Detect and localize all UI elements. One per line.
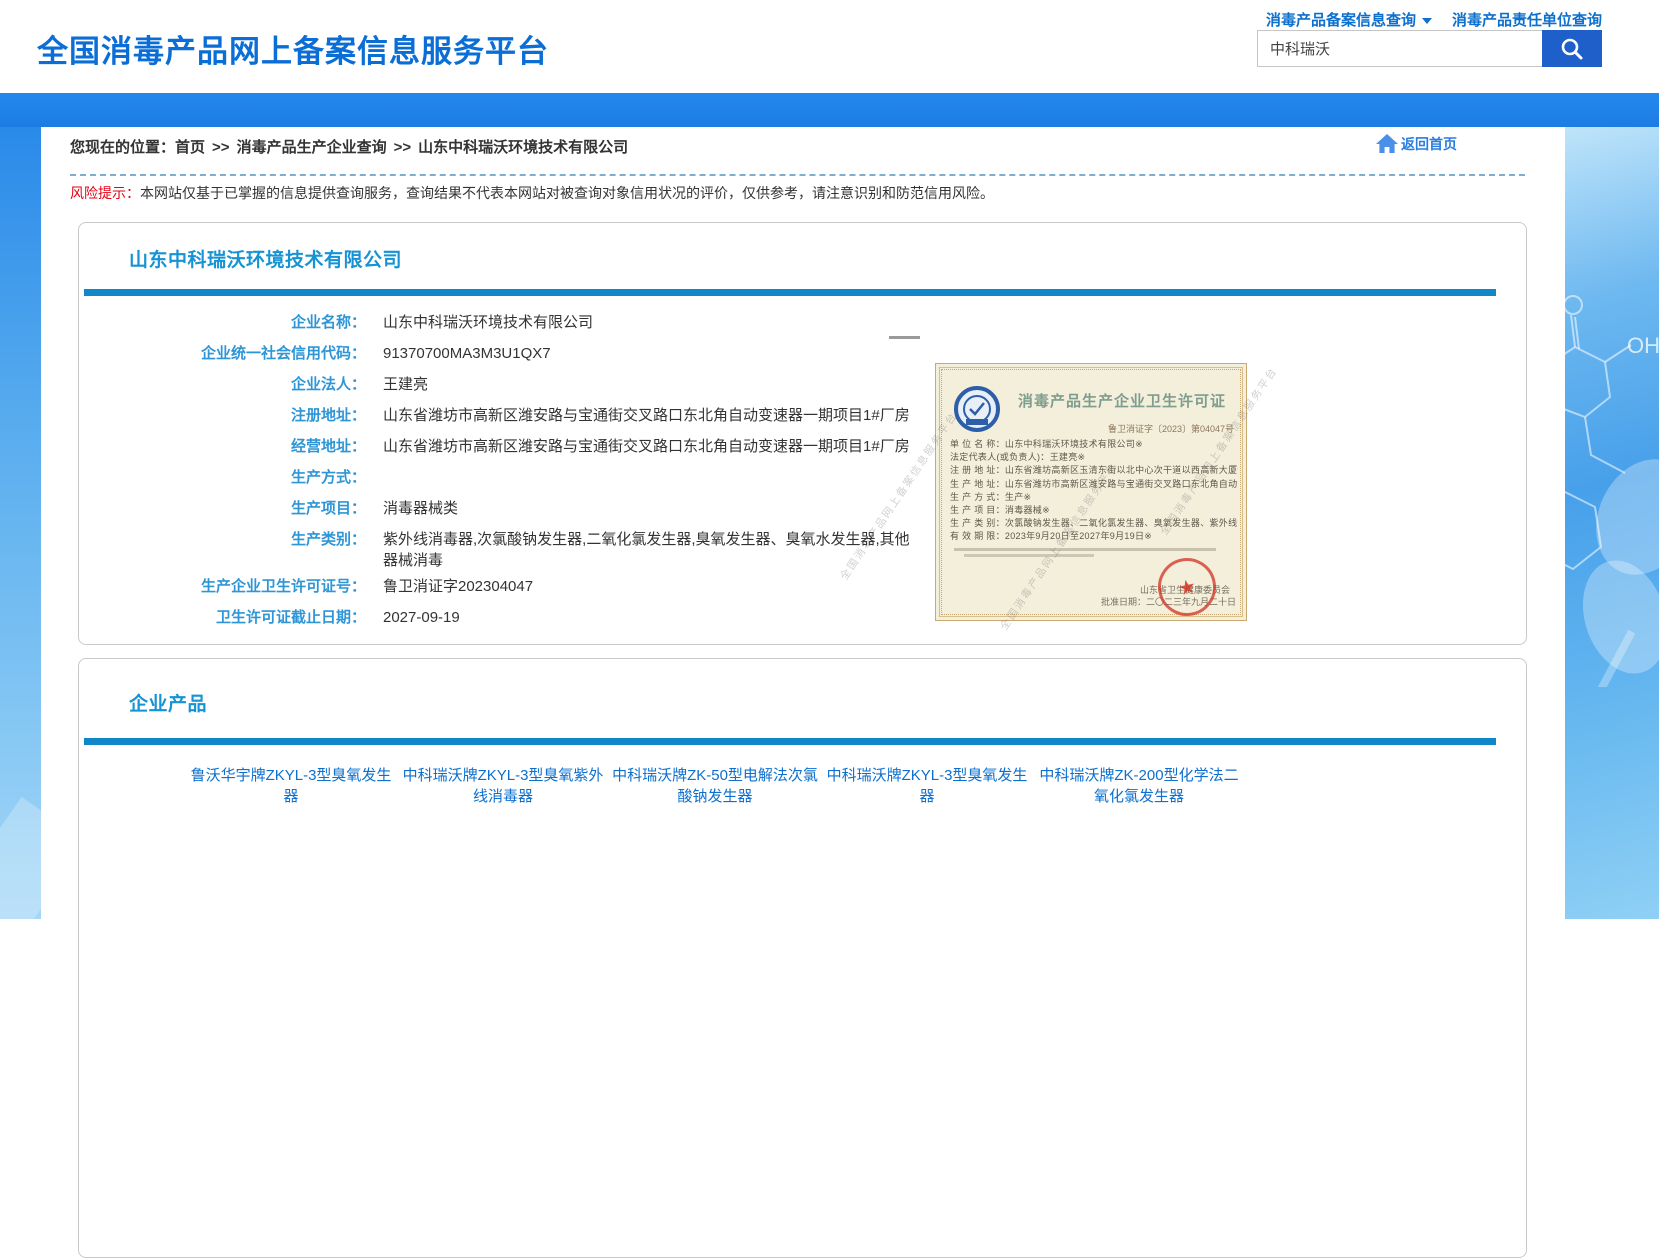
certificate-title: 消毒产品生产企业卫生许可证 bbox=[1006, 390, 1238, 411]
field-value: 2027-09-19 bbox=[383, 607, 460, 628]
field-row-legal-person: 企业法人： 王建亮 bbox=[79, 369, 959, 400]
field-label: 生产方式： bbox=[79, 467, 366, 488]
field-value: 91370700MA3M3U1QX7 bbox=[383, 343, 551, 364]
products-panel: 企业产品 鲁沃华宇牌ZKYL-3型臭氧发生器 中科瑞沃牌ZKYL-3型臭氧紫外线… bbox=[78, 658, 1527, 1258]
risk-notice-text: 本网站仅基于已掌握的信息提供查询服务，查询结果不代表本网站对被查询对象信用状况的… bbox=[140, 185, 994, 201]
certificate-fine-print bbox=[954, 548, 1216, 551]
field-label: 经营地址： bbox=[79, 436, 366, 457]
breadcrumb-separator: >> bbox=[394, 139, 412, 156]
company-panel: 山东中科瑞沃环境技术有限公司 企业名称： 山东中科瑞沃环境技术有限公司 企业统一社… bbox=[78, 222, 1527, 645]
red-seal-icon: ★ bbox=[1153, 553, 1222, 622]
field-row-production-mode: 生产方式： bbox=[79, 462, 959, 493]
breadcrumb: 您现在的位置：首页 >> 消毒产品生产企业查询 >> 山东中科瑞沃环境技术有限公司 bbox=[70, 136, 628, 157]
top-nav: 消毒产品备案信息查询 消毒产品责任单位查询 bbox=[1266, 9, 1602, 30]
field-value: 紫外线消毒器,次氯酸钠发生器,二氧化氯发生器,臭氧发生器、臭氧水发生器,其他器械… bbox=[383, 529, 918, 571]
nav-link-label: 消毒产品备案信息查询 bbox=[1266, 9, 1416, 30]
field-row-business-address: 经营地址： 山东省潍坊市高新区潍安路与宝通街交叉路口东北角自动变速器一期项目1#厂… bbox=[79, 431, 959, 462]
breadcrumb-home[interactable]: 首页 bbox=[175, 139, 205, 156]
panel-divider bbox=[84, 289, 1496, 296]
products-panel-title: 企业产品 bbox=[129, 689, 207, 716]
breadcrumb-enterprise-query[interactable]: 消毒产品生产企业查询 bbox=[237, 139, 387, 156]
page: 全国消毒产品网上备案信息服务平台 消毒产品备案信息查询 消毒产品责任单位查询 bbox=[0, 0, 1659, 919]
search-bar bbox=[1257, 30, 1602, 67]
field-row-production-category: 生产类别： 紫外线消毒器,次氯酸钠发生器,二氧化氯发生器,臭氧发生器、臭氧水发生器… bbox=[79, 524, 959, 571]
site-title: 全国消毒产品网上备案信息服务平台 bbox=[37, 26, 549, 71]
return-home-link[interactable]: 返回首页 bbox=[1375, 133, 1457, 155]
return-home-label: 返回首页 bbox=[1401, 134, 1457, 154]
nav-link-responsible-unit-query[interactable]: 消毒产品责任单位查询 bbox=[1452, 9, 1602, 30]
molecule-oh-label: OH bbox=[1627, 333, 1659, 358]
certificate-emblem-icon bbox=[954, 386, 1000, 432]
field-row-registered-address: 注册地址： 山东省潍坊市高新区潍安路与宝通街交叉路口东北角自动变速器一期项目1#厂… bbox=[79, 400, 959, 431]
field-row-license-expiry: 卫生许可证截止日期： 2027-09-19 bbox=[79, 602, 959, 633]
product-link[interactable]: 鲁沃华宇牌ZKYL-3型臭氧发生器 bbox=[185, 765, 397, 807]
field-label: 卫生许可证截止日期： bbox=[79, 607, 366, 628]
risk-notice: 风险提示：本网站仅基于已掌握的信息提供查询服务，查询结果不代表本网站对被查询对象… bbox=[70, 183, 994, 203]
product-link[interactable]: 中科瑞沃牌ZK-200型化学法二氧化氯发生器 bbox=[1033, 765, 1245, 807]
field-value: 山东省潍坊市高新区潍安路与宝通街交叉路口东北角自动变速器一期项目1#厂房 bbox=[383, 436, 910, 457]
certificate-lines: 单 位 名 称：山东中科瑞沃环境技术有限公司※ 法定代表人(或负责人)：王建亮※… bbox=[950, 438, 1238, 544]
field-row-credit-code: 企业统一社会信用代码： 91370700MA3M3U1QX7 bbox=[79, 338, 959, 369]
background-shard bbox=[0, 797, 41, 919]
site-header: 全国消毒产品网上备案信息服务平台 消毒产品备案信息查询 消毒产品责任单位查询 bbox=[0, 0, 1659, 93]
field-label: 生产项目： bbox=[79, 498, 366, 519]
home-icon bbox=[1375, 133, 1399, 155]
certificate-line: 单 位 名 称：山东中科瑞沃环境技术有限公司※ bbox=[950, 438, 1238, 451]
field-value: 山东中科瑞沃环境技术有限公司 bbox=[383, 312, 593, 333]
search-button[interactable] bbox=[1542, 30, 1602, 67]
certificate-line: 有 效 期 限：2023年9月20日至2027年9月19日※ bbox=[950, 530, 1238, 543]
field-row-production-project: 生产项目： 消毒器械类 bbox=[79, 493, 959, 524]
content-area: 您现在的位置：首页 >> 消毒产品生产企业查询 >> 山东中科瑞沃环境技术有限公司 返回… bbox=[41, 127, 1565, 919]
product-link[interactable]: 中科瑞沃牌ZK-50型电解法次氯酸钠发生器 bbox=[609, 765, 821, 807]
breadcrumb-prefix: 您现在的位置： bbox=[70, 139, 175, 156]
panel-divider bbox=[84, 738, 1496, 745]
product-link[interactable]: 中科瑞沃牌ZKYL-3型臭氧发生器 bbox=[821, 765, 1033, 807]
background-left bbox=[0, 127, 41, 919]
company-fields: 企业名称： 山东中科瑞沃环境技术有限公司 企业统一社会信用代码： 91370700M… bbox=[79, 307, 959, 633]
header-band bbox=[0, 93, 1659, 127]
search-icon bbox=[1559, 36, 1585, 62]
field-row-company-name: 企业名称： 山东中科瑞沃环境技术有限公司 bbox=[79, 307, 959, 338]
company-panel-title: 山东中科瑞沃环境技术有限公司 bbox=[129, 245, 402, 272]
certificate-line: 生 产 地 址：山东省潍坊市高新区潍安路与宝通街交叉路口东北角自动变速器一期项目… bbox=[950, 478, 1238, 491]
molecule-decoration: OH bbox=[1565, 187, 1659, 687]
certificate-line: 法定代表人(或负责人)：王建亮※ bbox=[950, 451, 1238, 464]
chevron-down-icon bbox=[1422, 18, 1432, 24]
field-label: 生产企业卫生许可证号： bbox=[79, 576, 366, 597]
breadcrumb-company[interactable]: 山东中科瑞沃环境技术有限公司 bbox=[418, 139, 628, 156]
field-value: 王建亮 bbox=[383, 374, 428, 395]
risk-notice-label: 风险提示： bbox=[70, 185, 140, 201]
dashed-divider bbox=[70, 174, 1525, 176]
field-label: 生产类别： bbox=[79, 529, 366, 550]
certificate-line: 注 册 地 址：山东省潍坊高新区玉清东街以北中心次干道以西高新大厦902号科研楼… bbox=[950, 464, 1238, 477]
nav-link-record-info-query[interactable]: 消毒产品备案信息查询 bbox=[1266, 9, 1432, 30]
hygiene-license-certificate-image: 消毒产品生产企业卫生许可证 鲁卫消证字〔2023〕第04047号 单 位 名 称… bbox=[935, 363, 1247, 621]
field-label: 企业法人： bbox=[79, 374, 366, 395]
certificate-fine-print bbox=[964, 554, 1094, 557]
background-right: OH bbox=[1565, 127, 1659, 919]
field-value: 鲁卫消证字202304047 bbox=[383, 576, 533, 597]
field-value: 山东省潍坊市高新区潍安路与宝通街交叉路口东北角自动变速器一期项目1#厂房 bbox=[383, 405, 910, 426]
image-placeholder-dash bbox=[889, 336, 920, 339]
breadcrumb-separator: >> bbox=[212, 139, 230, 156]
field-label: 企业名称： bbox=[79, 312, 366, 333]
certificate-line: 生 产 类 别：次氯酸钠发生器、二氧化氯发生器、臭氧发生器、紫外线消毒器※ bbox=[950, 517, 1238, 530]
search-input[interactable] bbox=[1257, 30, 1542, 67]
certificate-serial: 鲁卫消证字〔2023〕第04047号 bbox=[1108, 422, 1234, 435]
field-value: 消毒器械类 bbox=[383, 498, 458, 519]
product-link[interactable]: 中科瑞沃牌ZKYL-3型臭氧紫外线消毒器 bbox=[397, 765, 609, 807]
certificate-line: 生 产 方 式：生产※ bbox=[950, 491, 1238, 504]
product-list: 鲁沃华宇牌ZKYL-3型臭氧发生器 中科瑞沃牌ZKYL-3型臭氧紫外线消毒器 中… bbox=[185, 765, 1385, 821]
field-row-license-number: 生产企业卫生许可证号： 鲁卫消证字202304047 bbox=[79, 571, 959, 602]
field-label: 注册地址： bbox=[79, 405, 366, 426]
seal-star: ★ bbox=[1176, 573, 1199, 601]
certificate-line: 生 产 项 目：消毒器械※ bbox=[950, 504, 1238, 517]
field-label: 企业统一社会信用代码： bbox=[79, 343, 366, 364]
